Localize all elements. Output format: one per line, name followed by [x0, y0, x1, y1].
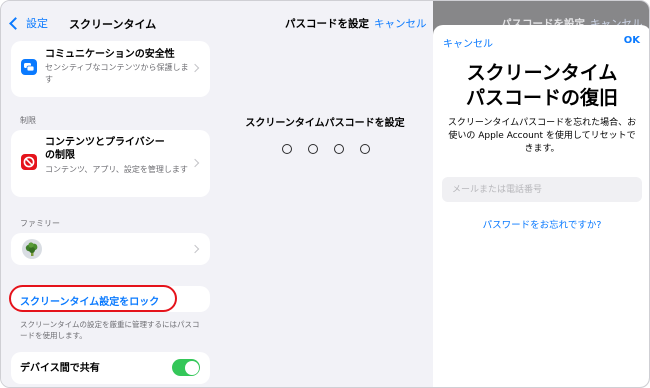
content-privacy-subtitle: コンテンツ、アプリ、設定を管理します	[45, 165, 188, 174]
passcode-dot	[282, 144, 292, 154]
passcode-prompt: スクリーンタイムパスコードを設定	[245, 118, 405, 129]
communication-safety-row[interactable]: コミュニケーションの安全性 センシティブなコンテンツから保護します	[11, 41, 210, 97]
share-across-devices-label: デバイス間で共有	[20, 363, 100, 374]
chevron-right-icon	[190, 244, 200, 254]
restrictions-section-label: 制限	[20, 116, 36, 125]
content-privacy-title-line1: コンテンツとプライバシー	[45, 137, 165, 148]
share-across-devices-toggle[interactable]	[172, 359, 200, 376]
toggle-knob	[184, 360, 199, 375]
passcode-dots[interactable]	[282, 144, 370, 154]
cancel-button[interactable]: キャンセル	[374, 16, 427, 31]
chevron-left-icon	[9, 16, 22, 30]
passcode-dot	[334, 144, 344, 154]
chat-bubbles-icon	[21, 59, 37, 75]
set-passcode-pane: パスコードを設定 キャンセル スクリーンタイムパスコードを設定	[217, 1, 433, 387]
set-passcode-title: パスコードを設定	[285, 18, 369, 30]
lock-settings-note: スクリーンタイムの設定を厳重に管理するにはパスコードを使用します。	[20, 320, 200, 340]
content-privacy-row[interactable]: コンテンツとプライバシー の制限 コンテンツ、アプリ、設定を管理します	[11, 130, 210, 197]
back-label: 設定	[26, 17, 48, 30]
navigation-bar: 設定 スクリーンタイム	[1, 1, 217, 41]
passcode-recovery-sheet: キャンセル OK スクリーンタイム パスコードの復旧 スクリーンタイムパスコード…	[433, 25, 649, 387]
app-window: 設定 スクリーンタイム コミュニケーションの安全性 センシティブなコンテンツから…	[0, 0, 650, 388]
recovery-heading-line2: パスコードの復旧	[465, 87, 618, 109]
content-privacy-title-line2: の制限	[45, 150, 75, 161]
share-across-devices-row: デバイス間で共有	[11, 352, 210, 384]
passcode-dot	[308, 144, 318, 154]
family-section-label: ファミリー	[20, 219, 60, 228]
communication-safety-subtitle: センシティブなコンテンツから保護します	[45, 63, 189, 84]
recovery-heading: スクリーンタイム パスコードの復旧	[433, 61, 649, 111]
screen-time-settings-pane: 設定 スクリーンタイム コミュニケーションの安全性 センシティブなコンテンツから…	[1, 1, 217, 387]
family-member-row[interactable]	[11, 233, 210, 265]
broccoli-avatar	[22, 239, 42, 259]
passcode-dot	[360, 144, 370, 154]
apple-account-input[interactable]	[442, 177, 642, 202]
recovery-description: スクリーンタイムパスコードを忘れた場合、お使いの Apple Account を…	[447, 118, 637, 154]
no-entry-icon	[21, 154, 37, 170]
highlight-annotation	[9, 285, 177, 312]
sheet-cancel-button[interactable]: キャンセル	[443, 35, 493, 50]
forgot-password-link[interactable]: パスワードをお忘れですか?	[433, 217, 649, 231]
communication-safety-title: コミュニケーションの安全性	[45, 49, 175, 60]
recovery-heading-line1: スクリーンタイム	[466, 62, 618, 84]
page-title: スクリーンタイム	[69, 18, 157, 31]
back-button[interactable]: 設定	[7, 15, 48, 31]
sheet-ok-button[interactable]: OK	[624, 35, 640, 46]
